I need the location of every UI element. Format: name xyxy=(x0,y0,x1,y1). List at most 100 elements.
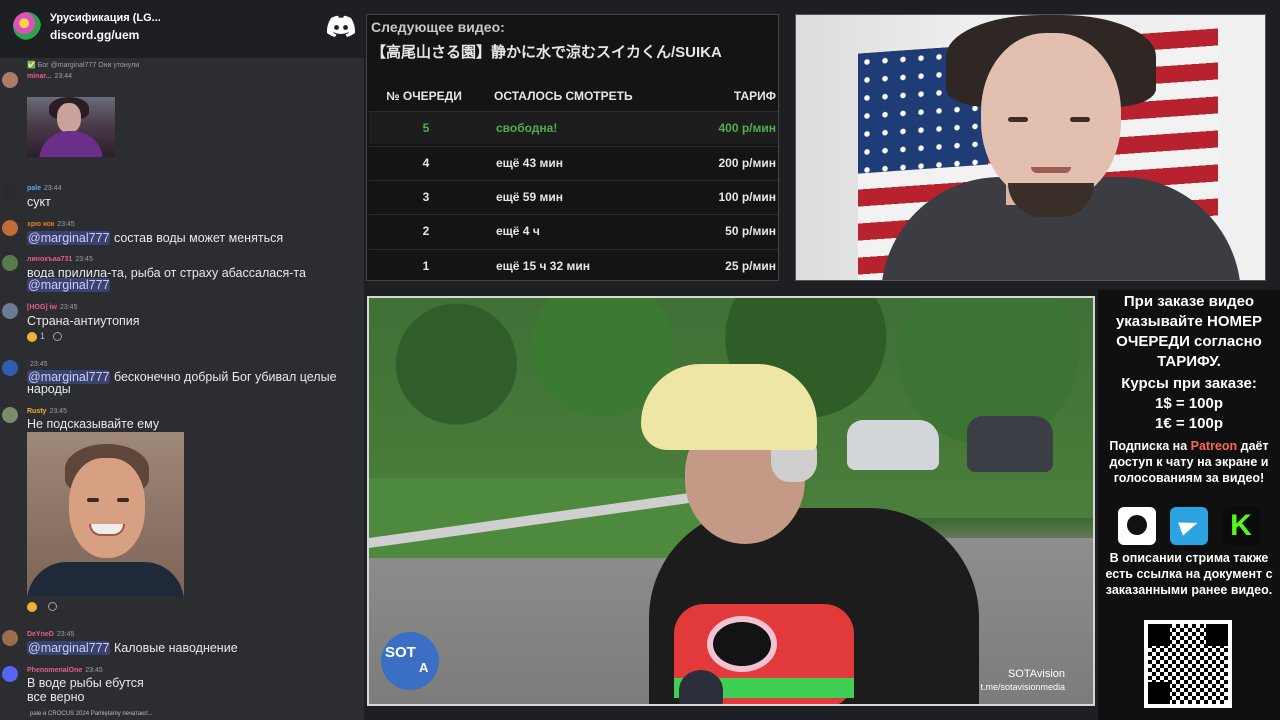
user-mention[interactable]: @marginal777 xyxy=(27,231,111,245)
avatar[interactable] xyxy=(2,220,18,236)
header-rate: ТАРИФ xyxy=(733,89,776,103)
telegram-icon[interactable] xyxy=(1170,507,1208,545)
video-queue-panel: Следующее видео: 【高尾山さる園】静かに水で涼むスイカくん/SU… xyxy=(366,14,779,281)
author-name[interactable]: DeYneD xyxy=(27,631,54,638)
timestamp: 23:45 xyxy=(75,256,93,263)
microphone-icon xyxy=(679,670,723,704)
timestamp: 23:45 xyxy=(49,408,67,415)
timestamp: 23:44 xyxy=(54,73,73,80)
patreon-note-prefix: Подписка на xyxy=(1109,439,1191,453)
main-video-player[interactable]: SOT A SOTAvision t.me/sotavisionmedia xyxy=(367,296,1095,706)
author-name[interactable]: хрю кок xyxy=(27,221,54,228)
timestamp: 23:44 xyxy=(44,185,62,192)
parked-car xyxy=(967,416,1053,472)
message-text-line2: все верно xyxy=(27,690,85,704)
patreon-icon[interactable] xyxy=(1118,507,1156,545)
avatar[interactable] xyxy=(2,184,18,200)
author-name[interactable]: pale xyxy=(27,185,41,192)
avatar[interactable] xyxy=(2,407,18,423)
server-name[interactable]: Урусификация (LG... xyxy=(50,12,161,24)
timestamp: 23:45 xyxy=(57,221,75,228)
queue-row: 4 ещё 43 мин 200 р/мин xyxy=(369,146,778,179)
add-reaction-icon[interactable] xyxy=(53,332,63,342)
discord-icon xyxy=(326,15,356,38)
next-video-label: Следующее видео: xyxy=(371,19,505,35)
message-body: Каловые наводнение xyxy=(110,641,238,655)
queue-row: 1 ещё 15 ч 32 мин 25 р/мин xyxy=(369,249,778,282)
timestamp: 23:45 xyxy=(85,667,103,674)
avatar[interactable] xyxy=(2,303,18,319)
logo-text: SOT xyxy=(385,644,416,661)
queue-rate: 50 р/мин xyxy=(725,224,776,238)
timestamp: 23:45 xyxy=(56,631,75,638)
author-name[interactable]: [HOG] iw xyxy=(27,304,57,311)
queue-rate: 100 р/мин xyxy=(718,190,776,204)
message-body: состав воды может меняться xyxy=(110,231,284,245)
shirt-print-eye xyxy=(707,616,777,672)
timestamp: 23:45 xyxy=(30,361,48,368)
watermark-url: t.me/sotavisionmedia xyxy=(980,682,1065,692)
queue-time-left: ещё 43 мин xyxy=(496,156,563,170)
author-name[interactable]: PhenomenalOne xyxy=(27,667,82,674)
timestamp: 23:45 xyxy=(59,304,78,311)
queue-rate: 25 р/мин xyxy=(725,259,776,273)
user-mention[interactable]: @marginal777 xyxy=(27,641,111,655)
sot-logo-icon: SOT A xyxy=(381,632,439,690)
server-invite-link[interactable]: discord.gg/uem xyxy=(50,28,139,42)
avatar[interactable] xyxy=(2,360,18,376)
logo-letter: A xyxy=(419,660,429,675)
message-text: @marginal777 Каловые наводнение xyxy=(27,641,238,655)
message-meta: линокъаа731 23:45 xyxy=(27,256,93,263)
server-icon[interactable] xyxy=(13,12,41,40)
queue-number: 2 xyxy=(422,224,430,238)
typing-indicator: pale и CROCUS 2024 Pamiętamy печатают... xyxy=(0,708,364,720)
typing-dots-icon xyxy=(4,712,22,716)
author-name[interactable]: Rusty xyxy=(27,408,46,415)
reaction-bar[interactable] xyxy=(27,601,57,612)
kick-icon[interactable]: K xyxy=(1222,507,1260,545)
user-mention[interactable]: @marginal777 xyxy=(27,278,111,292)
queue-number: 5 xyxy=(422,121,430,135)
message-body: бесконечно добрый Бог убивал целые xyxy=(110,370,337,384)
queue-time-left: ещё 59 мин xyxy=(496,190,563,204)
avatar[interactable] xyxy=(2,72,18,88)
qr-code-icon[interactable] xyxy=(1144,620,1232,708)
avatar[interactable] xyxy=(2,255,18,271)
order-instructions: При заказе видео указывайте НОМЕР ОЧЕРЕД… xyxy=(1115,293,1263,370)
message-text-line2: @marginal777 xyxy=(27,278,111,292)
rates-title: Курсы при заказе: xyxy=(1121,375,1257,392)
message-meta: 23:45 xyxy=(27,361,48,368)
partial-message: ✅ Бог @marginal777 Они утонули xyxy=(27,62,140,69)
patreon-link[interactable]: Patreon xyxy=(1191,439,1238,453)
reaction-bar[interactable]: 1 xyxy=(27,331,63,342)
queue-number: 3 xyxy=(422,190,430,204)
message-text: Не подсказывайте ему xyxy=(27,417,160,431)
avatar[interactable] xyxy=(2,630,18,646)
message-text: сукт xyxy=(27,195,51,209)
chat-header: Урусификация (LG... discord.gg/uem xyxy=(0,0,364,58)
parked-car xyxy=(847,420,939,470)
author-name[interactable]: minar... xyxy=(27,73,52,80)
rate-eur: 1€ = 100р xyxy=(1155,415,1223,432)
discord-chat-panel: Урусификация (LG... discord.gg/uem ✅ Бог… xyxy=(0,0,364,720)
message-meta: DeYneD 23:45 xyxy=(27,631,74,638)
attached-image[interactable] xyxy=(27,432,184,596)
message-meta: [HOG] iw 23:45 xyxy=(27,304,77,311)
message-meta: minar... 23:44 xyxy=(27,73,72,80)
streamer-webcam xyxy=(795,14,1266,281)
person-cap xyxy=(641,364,817,450)
info-panel: При заказе видео указывайте НОМЕР ОЧЕРЕД… xyxy=(1098,290,1280,720)
queue-table-header: № ОЧЕРЕДИ ОСТАЛОСЬ СМОТРЕТЬ ТАРИФ xyxy=(367,85,778,107)
queue-time-left: свободна! xyxy=(496,121,558,135)
attached-image[interactable] xyxy=(27,97,115,157)
message-meta: PhenomenalOne 23:45 xyxy=(27,667,103,674)
author-name[interactable]: линокъаа731 xyxy=(27,256,72,263)
patreon-note: Подписка на Patreon даёт доступ к чату н… xyxy=(1098,438,1280,486)
queue-rate: 200 р/мин xyxy=(718,156,776,170)
avatar[interactable] xyxy=(2,666,18,682)
add-reaction-icon[interactable] xyxy=(48,602,57,612)
document-note: В описании стрима также есть ссылка на д… xyxy=(1105,551,1273,597)
emoji-icon xyxy=(27,331,37,342)
queue-time-left: ещё 15 ч 32 мин xyxy=(496,259,590,273)
queue-number: 4 xyxy=(422,156,430,170)
